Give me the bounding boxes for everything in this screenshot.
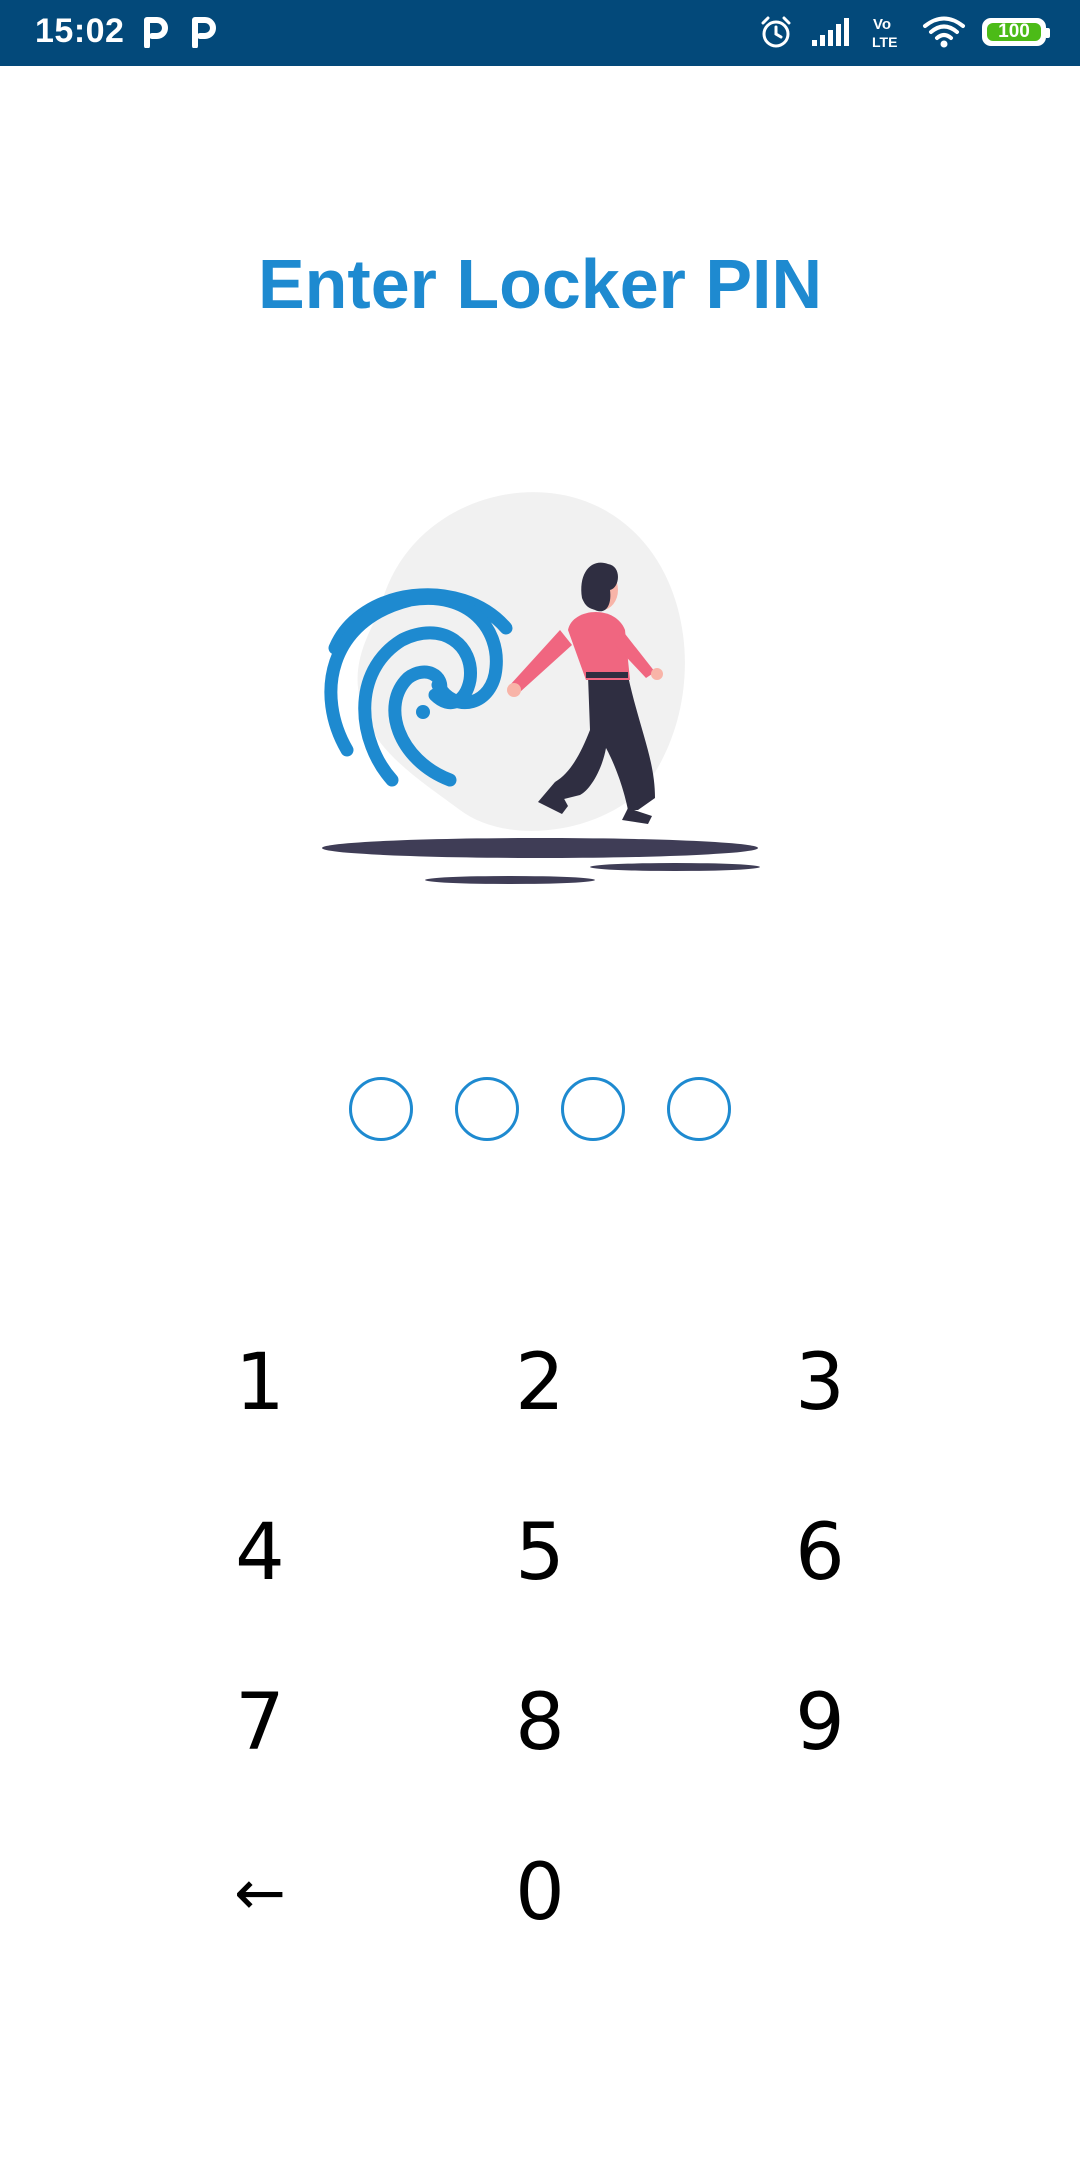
key-8[interactable]: 8 bbox=[440, 1653, 640, 1793]
fingerprint-center-dot bbox=[416, 705, 430, 719]
pin-dot-3 bbox=[561, 1077, 625, 1141]
wifi-icon bbox=[923, 16, 965, 48]
pin-dot-2 bbox=[455, 1077, 519, 1141]
key-7[interactable]: 7 bbox=[160, 1653, 360, 1793]
key-6[interactable]: 6 bbox=[720, 1483, 920, 1623]
woman-hand-left bbox=[507, 683, 521, 697]
backspace-button[interactable]: ← bbox=[160, 1823, 360, 1963]
ground-shadow bbox=[322, 838, 758, 858]
status-time: 15:02 bbox=[35, 12, 125, 50]
battery-indicator: 100 bbox=[982, 18, 1050, 46]
svg-text:Vo: Vo bbox=[873, 16, 891, 33]
locker-pin-screen: 15:02 Vo LTE 100 Enter Locker PIN 1 2 3 … bbox=[0, 0, 1080, 2160]
system-icons: Vo LTE 100 bbox=[758, 14, 1050, 50]
key-9[interactable]: 9 bbox=[720, 1653, 920, 1793]
page-title: Enter Locker PIN bbox=[257, 245, 823, 323]
woman-shoe-right bbox=[622, 808, 652, 824]
signal-icon bbox=[812, 18, 849, 46]
alarm-icon bbox=[761, 16, 791, 48]
volte-icon: Vo LTE bbox=[872, 16, 897, 50]
fingerprint-woman-illustration bbox=[322, 492, 760, 884]
pin-dot-1 bbox=[349, 1077, 413, 1141]
key-2[interactable]: 2 bbox=[440, 1313, 640, 1453]
ground-shadow-small-right bbox=[590, 863, 760, 871]
battery-level: 100 bbox=[998, 21, 1030, 42]
status-bar: 15:02 Vo LTE 100 bbox=[0, 0, 1080, 66]
key-1[interactable]: 1 bbox=[160, 1313, 360, 1453]
pin-dot-4 bbox=[667, 1077, 731, 1141]
p-notification-icon bbox=[192, 17, 216, 48]
notification-icons bbox=[143, 16, 217, 48]
key-4[interactable]: 4 bbox=[160, 1483, 360, 1623]
key-0[interactable]: 0 bbox=[440, 1823, 640, 1963]
woman-hand-right bbox=[651, 668, 663, 680]
ground-shadow-small-left bbox=[425, 876, 595, 884]
key-3[interactable]: 3 bbox=[720, 1313, 920, 1453]
pin-indicator bbox=[0, 1077, 1080, 1141]
key-5[interactable]: 5 bbox=[440, 1483, 640, 1623]
woman-belt bbox=[586, 672, 628, 678]
battery-tip bbox=[1046, 28, 1050, 38]
svg-text:LTE: LTE bbox=[872, 34, 897, 50]
p-notification-icon bbox=[144, 17, 168, 48]
